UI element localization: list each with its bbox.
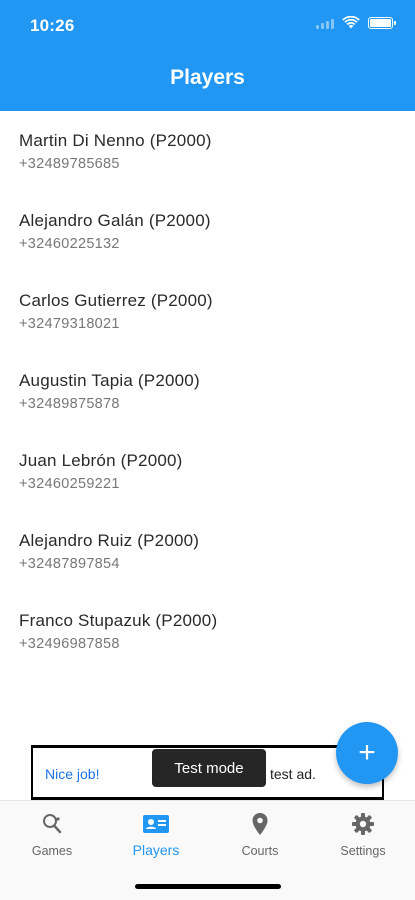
- screen: 10:26 Players Martin Di Nenno (P2000) +3…: [0, 0, 415, 900]
- nav-item-games[interactable]: Games: [0, 811, 104, 858]
- player-phone: +32479318021: [19, 316, 120, 332]
- player-name: Carlos Gutierrez (P2000): [19, 291, 213, 310]
- player-list: Martin Di Nenno (P2000) +32489785685 Ale…: [0, 111, 415, 671]
- player-phone: +32489875878: [19, 396, 120, 412]
- player-name: Martin Di Nenno (P2000): [19, 131, 212, 150]
- player-name: Franco Stupazuk (P2000): [19, 611, 218, 630]
- wifi-icon: [342, 16, 360, 29]
- player-phone: +32489785685: [19, 156, 120, 172]
- player-phone: +32496987858: [19, 636, 120, 652]
- gear-icon: [352, 813, 374, 835]
- add-player-button[interactable]: +: [336, 722, 398, 784]
- cellular-signal-icon: [316, 17, 334, 29]
- id-card-icon: [143, 815, 169, 833]
- app-bar: 10:26 Players: [0, 0, 415, 111]
- nav-label-courts: Courts: [241, 844, 279, 858]
- battery-icon: [368, 16, 396, 29]
- racket-icon: [43, 814, 62, 834]
- location-pin-icon: [252, 813, 268, 835]
- nav-item-courts[interactable]: Courts: [208, 811, 312, 858]
- player-list-item[interactable]: Alejandro Ruiz (P2000) +32487897854: [0, 511, 415, 591]
- nav-label-settings: Settings: [340, 844, 386, 858]
- ad-headline: Nice job!: [45, 766, 100, 782]
- status-icons: [316, 16, 396, 29]
- player-name: Juan Lebrón (P2000): [19, 451, 183, 470]
- player-list-item[interactable]: Augustin Tapia (P2000) +32489875878: [0, 351, 415, 431]
- player-name: Augustin Tapia (P2000): [19, 371, 200, 390]
- player-list-item[interactable]: Carlos Gutierrez (P2000) +32479318021: [0, 271, 415, 351]
- ad-body-text: test ad.: [270, 766, 316, 782]
- player-list-item[interactable]: Martin Di Nenno (P2000) +32489785685: [0, 111, 415, 191]
- home-indicator[interactable]: [135, 884, 281, 889]
- nav-item-settings[interactable]: Settings: [311, 811, 415, 858]
- player-list-item[interactable]: Alejandro Galán (P2000) +32460225132: [0, 191, 415, 271]
- test-mode-label: Test mode: [152, 749, 266, 787]
- nav-label-games: Games: [31, 844, 73, 858]
- page-title: Players: [170, 66, 245, 89]
- plus-icon: +: [358, 736, 376, 769]
- player-phone: +32487897854: [19, 556, 120, 572]
- player-phone: +32460259221: [19, 476, 120, 492]
- nav-label-players: Players: [132, 842, 180, 858]
- player-name: Alejandro Galán (P2000): [19, 211, 211, 230]
- nav-item-players[interactable]: Players: [104, 811, 208, 858]
- player-name: Alejandro Ruiz (P2000): [19, 531, 200, 550]
- player-list-item[interactable]: Juan Lebrón (P2000) +32460259221: [0, 431, 415, 511]
- player-phone: +32460225132: [19, 236, 120, 252]
- status-time: 10:26: [30, 16, 75, 35]
- player-list-item[interactable]: Franco Stupazuk (P2000) +32496987858: [0, 591, 415, 671]
